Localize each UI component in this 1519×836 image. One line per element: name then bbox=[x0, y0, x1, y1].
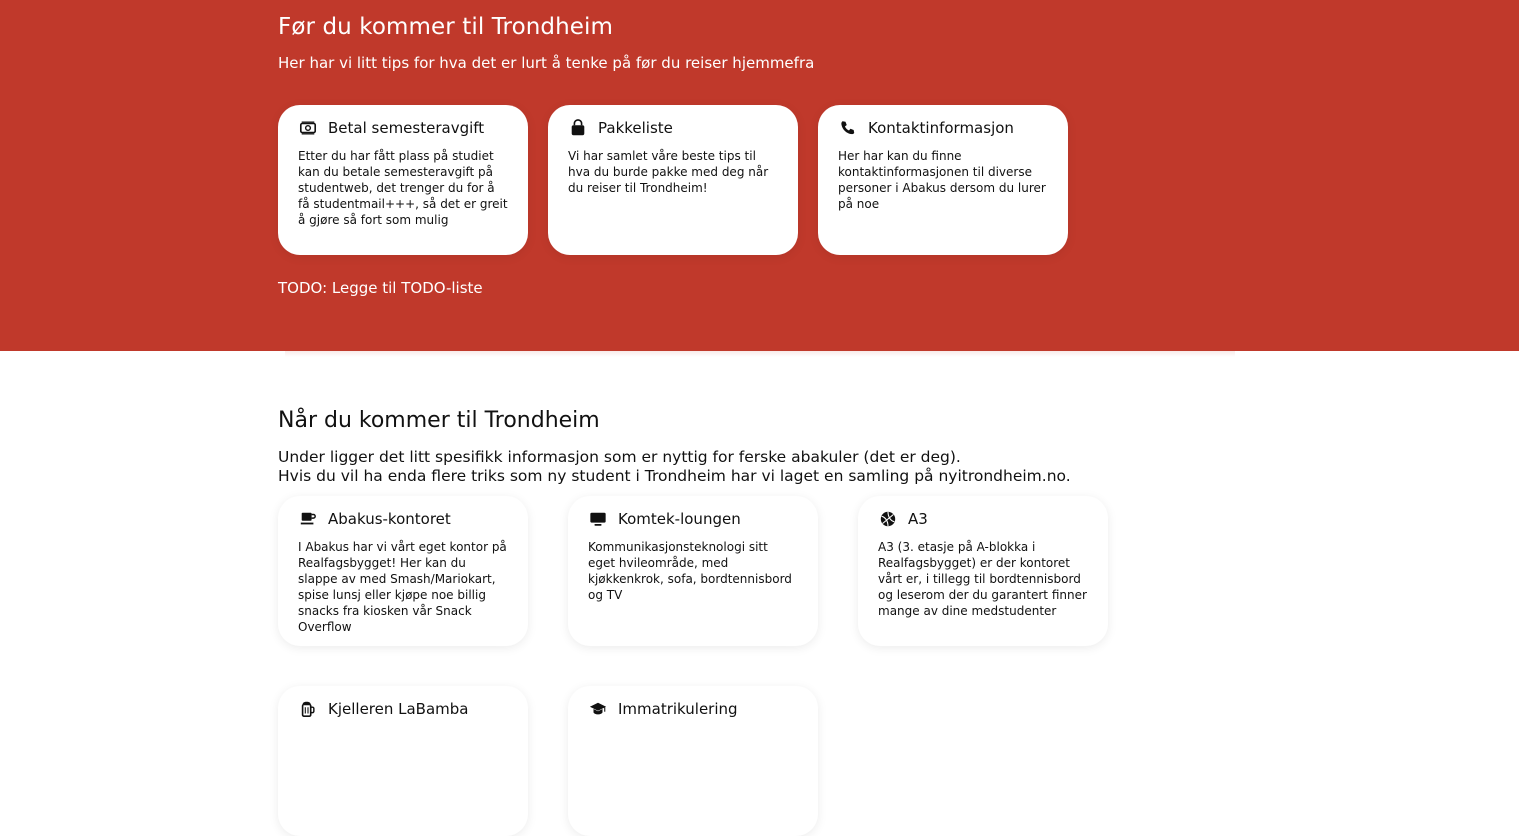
card-title: Immatrikulering bbox=[618, 700, 738, 718]
card-immatrikulering[interactable]: Immatrikulering bbox=[568, 686, 818, 836]
card-title: Betal semesteravgift bbox=[328, 119, 485, 137]
card-text: Vi har samlet våre beste tips til hva du… bbox=[568, 149, 769, 195]
section-subtitle: Her har vi litt tips for hva det er lurt… bbox=[278, 54, 815, 72]
card-title: Komtek-loungen bbox=[618, 510, 741, 528]
card-text: A3 (3. etasje på A-blokka i Realfagsbygg… bbox=[878, 540, 1087, 618]
card-title: Kontaktinformasjon bbox=[868, 119, 1014, 137]
card-title: Pakkeliste bbox=[598, 119, 673, 137]
phone-icon bbox=[838, 118, 858, 138]
card-betal-semesteravgift[interactable]: Betal semesteravgift Etter du har fått p… bbox=[278, 105, 528, 255]
shopping-bag-icon bbox=[568, 118, 588, 138]
coffee-icon bbox=[298, 509, 318, 529]
section-intro-line: Hvis du vil ha enda flere triks som ny s… bbox=[278, 467, 1071, 485]
card-title: Kjelleren LaBamba bbox=[328, 700, 469, 718]
graduation-cap-icon bbox=[588, 699, 608, 719]
todo-note: TODO: Legge til TODO-liste bbox=[278, 279, 483, 297]
money-icon bbox=[298, 118, 318, 138]
card-abakus-kontoret[interactable]: Abakus-kontoret I Abakus har vi vårt ege… bbox=[278, 496, 528, 646]
tv-icon bbox=[588, 509, 608, 529]
card-text: Her har kan du finne kontaktinformasjone… bbox=[838, 149, 1046, 211]
section-title: Før du kommer til Trondheim bbox=[278, 14, 614, 40]
beer-icon bbox=[298, 699, 318, 719]
section-title: Når du kommer til Trondheim bbox=[278, 408, 600, 433]
card-text: I Abakus har vi vårt eget kontor på Real… bbox=[298, 540, 507, 634]
card-text: Kommunikasjonsteknologi sitt eget hvileo… bbox=[588, 540, 792, 602]
section-intro-line: Under ligger det litt spesifikk informas… bbox=[278, 448, 961, 466]
card-komtek-loungen[interactable]: Komtek-loungen Kommunikasjonsteknologi s… bbox=[568, 496, 818, 646]
card-pakkeliste[interactable]: Pakkeliste Vi har samlet våre beste tips… bbox=[548, 105, 798, 255]
card-title: Abakus-kontoret bbox=[328, 510, 451, 528]
ball-icon bbox=[878, 509, 898, 529]
card-kontaktinformasjon[interactable]: Kontaktinformasjon Her har kan du finne … bbox=[818, 105, 1068, 255]
card-kjelleren-labamba[interactable]: Kjelleren LaBamba bbox=[278, 686, 528, 836]
card-a3[interactable]: A3 A3 (3. etasje på A-blokka i Realfagsb… bbox=[858, 496, 1108, 646]
section-divider bbox=[285, 351, 1235, 357]
card-title: A3 bbox=[908, 510, 928, 528]
card-text: Etter du har fått plass på studiet kan d… bbox=[298, 149, 508, 227]
before-arrival-section: Før du kommer til Trondheim Her har vi l… bbox=[0, 0, 1519, 351]
